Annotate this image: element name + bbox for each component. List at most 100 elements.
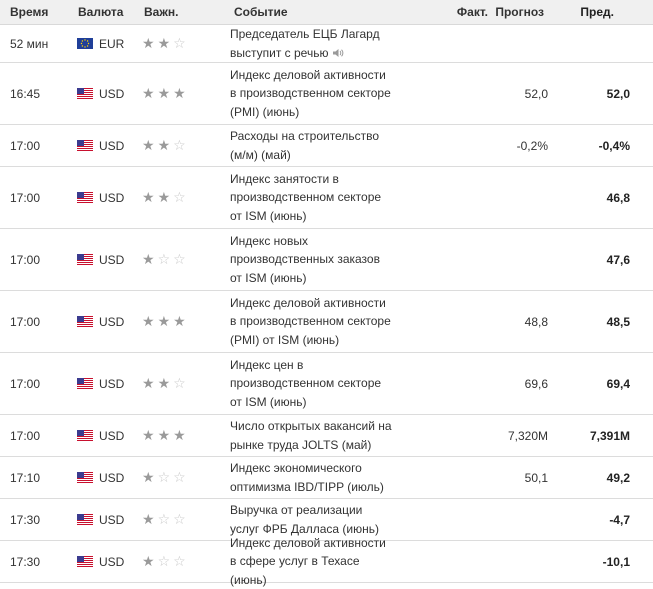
star-filled-icon: ★ xyxy=(142,35,155,51)
event-currency: USD xyxy=(68,377,132,391)
event-time: 17:30 xyxy=(10,512,41,527)
event-previous: 47,6 xyxy=(606,252,630,267)
event-time: 17:00 xyxy=(10,190,41,205)
event-title-text[interactable]: Индекс деловой активности в производстве… xyxy=(230,296,391,347)
us-flag-icon xyxy=(77,556,93,567)
table-row[interactable]: 52 мин EUR ★ ★ ☆ Председатель ЕЦБ Лагард выст… xyxy=(0,25,653,63)
col-header-importance[interactable]: Важн. xyxy=(132,5,222,19)
star-empty-icon: ☆ xyxy=(173,511,186,527)
table-row[interactable]: 17:00 USD ★ ★ ☆ Расходы на строительство (м/м… xyxy=(0,125,653,167)
event-currency: USD xyxy=(68,429,132,443)
col-header-event[interactable]: Событие xyxy=(222,5,394,19)
table-row[interactable]: 17:00 USD ★ ★ ☆ Индекс занятости в производст… xyxy=(0,167,653,229)
star-filled-icon: ★ xyxy=(157,313,171,329)
event-time: 17:00 xyxy=(10,314,41,329)
event-previous: 46,8 xyxy=(606,190,630,205)
event-forecast: 48,8 xyxy=(524,314,548,329)
table-row[interactable]: 17:00 USD ★ ★ ☆ Индекс цен в производственном… xyxy=(0,353,653,415)
event-time: 17:00 xyxy=(10,138,41,153)
event-title[interactable]: Выручка от реализации услуг ФРБ Далласа … xyxy=(222,501,394,538)
star-filled-icon: ★ xyxy=(142,469,155,485)
event-title-text[interactable]: Число открытых вакансий на рынке труда J… xyxy=(230,419,392,452)
event-title-text[interactable]: Индекс цен в производственном секторе от… xyxy=(230,358,381,409)
star-empty-icon: ☆ xyxy=(157,251,171,267)
importance-stars: ★ ★ ☆ xyxy=(142,36,186,50)
col-header-currency[interactable]: Валюта xyxy=(68,5,132,19)
event-title-text[interactable]: Расходы на строительство (м/м) (май) xyxy=(230,129,379,162)
us-flag-icon xyxy=(77,254,93,265)
importance-stars: ★ ★ ★ xyxy=(142,314,186,328)
event-forecast: 7,320M xyxy=(507,428,548,443)
event-forecast: 50,1 xyxy=(524,470,548,485)
event-title-text[interactable]: Выручка от реализации услуг ФРБ Далласа … xyxy=(230,503,379,536)
event-title[interactable]: Индекс новых производственных заказов от… xyxy=(222,232,394,288)
star-filled-icon: ★ xyxy=(142,511,155,527)
event-title[interactable]: Индекс деловой активности в сфере услуг … xyxy=(222,534,394,589)
col-header-forecast[interactable]: Прогноз xyxy=(490,5,550,19)
currency-code: USD xyxy=(99,376,125,391)
event-previous: 69,4 xyxy=(606,376,630,391)
event-title-text[interactable]: Индекс деловой активности в производстве… xyxy=(230,68,391,119)
event-title-text[interactable]: Индекс деловой активности в сфере услуг … xyxy=(230,536,386,587)
event-time: 17:00 xyxy=(10,376,41,391)
event-title[interactable]: Индекс занятости в производственном сект… xyxy=(222,170,394,226)
us-flag-icon xyxy=(77,140,93,151)
event-forecast: 52,0 xyxy=(524,86,548,101)
event-importance: ★ ★ ☆ xyxy=(132,190,222,205)
event-title[interactable]: Индекс цен в производственном секторе от… xyxy=(222,356,394,412)
star-filled-icon: ★ xyxy=(157,35,171,51)
star-filled-icon: ★ xyxy=(157,375,171,391)
eu-flag-icon xyxy=(77,38,93,49)
star-empty-icon: ☆ xyxy=(173,553,186,569)
importance-stars: ★ ☆ ☆ xyxy=(142,252,186,266)
star-empty-icon: ☆ xyxy=(173,251,186,267)
event-title[interactable]: Число открытых вакансий на рынке труда J… xyxy=(222,417,394,454)
event-time: 17:30 xyxy=(10,554,41,569)
event-title[interactable]: Индекс деловой активности в производстве… xyxy=(222,66,394,122)
star-empty-icon: ☆ xyxy=(173,35,186,51)
event-title[interactable]: Индекс экономического оптимизма IBD/TIPP… xyxy=(222,459,394,496)
table-row[interactable]: 17:30 USD ★ ☆ ☆ Индекс деловой активности в с… xyxy=(0,536,653,587)
calendar-rows: 52 мин EUR ★ ★ ☆ Председатель ЕЦБ Лагард выст… xyxy=(0,25,653,587)
table-row[interactable]: 17:10 USD ★ ☆ ☆ Индекс экономического оптимиз… xyxy=(0,457,653,499)
col-header-actual[interactable]: Факт. xyxy=(394,5,490,19)
us-flag-icon xyxy=(77,514,93,525)
event-forecast: -0,2% xyxy=(516,138,548,153)
col-header-time[interactable]: Время xyxy=(0,5,68,19)
event-importance: ★ ★ ★ xyxy=(132,428,222,443)
economic-calendar: Время Валюта Важн. Событие Факт. Прогноз… xyxy=(0,0,653,587)
event-title[interactable]: Расходы на строительство (м/м) (май) xyxy=(222,127,394,164)
star-empty-icon: ☆ xyxy=(157,469,171,485)
event-currency: USD xyxy=(68,139,132,153)
event-importance: ★ ★ ☆ xyxy=(132,376,222,391)
star-filled-icon: ★ xyxy=(173,313,186,329)
importance-stars: ★ ☆ ☆ xyxy=(142,470,186,484)
currency-code: USD xyxy=(99,314,125,329)
event-title[interactable]: Председатель ЕЦБ Лагард выступит с речью xyxy=(222,25,394,62)
calendar-header: Время Валюта Важн. Событие Факт. Прогноз… xyxy=(0,0,653,25)
event-previous: 7,391M xyxy=(589,428,630,443)
currency-code: USD xyxy=(99,554,125,569)
table-row[interactable]: 17:00 USD ★ ★ ★ Число открытых вакансий на ры… xyxy=(0,415,653,457)
table-row[interactable]: 17:00 USD ★ ☆ ☆ Индекс новых производственных… xyxy=(0,229,653,291)
event-title-text[interactable]: Индекс занятости в производственном сект… xyxy=(230,172,381,223)
currency-code: USD xyxy=(99,86,125,101)
us-flag-icon xyxy=(77,378,93,389)
importance-stars: ★ ★ ★ xyxy=(142,428,186,442)
event-title-text[interactable]: Индекс новых производственных заказов от… xyxy=(230,234,380,285)
event-importance: ★ ★ ☆ xyxy=(132,36,222,51)
us-flag-icon xyxy=(77,88,93,99)
table-row[interactable]: 16:45 USD ★ ★ ★ Индекс деловой активности в п… xyxy=(0,63,653,125)
event-title-text[interactable]: Индекс экономического оптимизма IBD/TIPP… xyxy=(230,461,384,494)
event-previous: -10,1 xyxy=(602,554,630,569)
event-title[interactable]: Индекс деловой активности в производстве… xyxy=(222,294,394,350)
col-header-previous[interactable]: Пред. xyxy=(550,5,640,19)
importance-stars: ★ ★ ☆ xyxy=(142,376,186,390)
table-row[interactable]: 17:00 USD ★ ★ ★ Индекс деловой активности в п… xyxy=(0,291,653,353)
event-previous: -4,7 xyxy=(609,512,630,527)
event-currency: USD xyxy=(68,253,132,267)
star-empty-icon: ☆ xyxy=(173,375,186,391)
event-time: 17:00 xyxy=(10,252,41,267)
us-flag-icon xyxy=(77,192,93,203)
event-title-text[interactable]: Председатель ЕЦБ Лагард выступит с речью xyxy=(230,27,380,60)
